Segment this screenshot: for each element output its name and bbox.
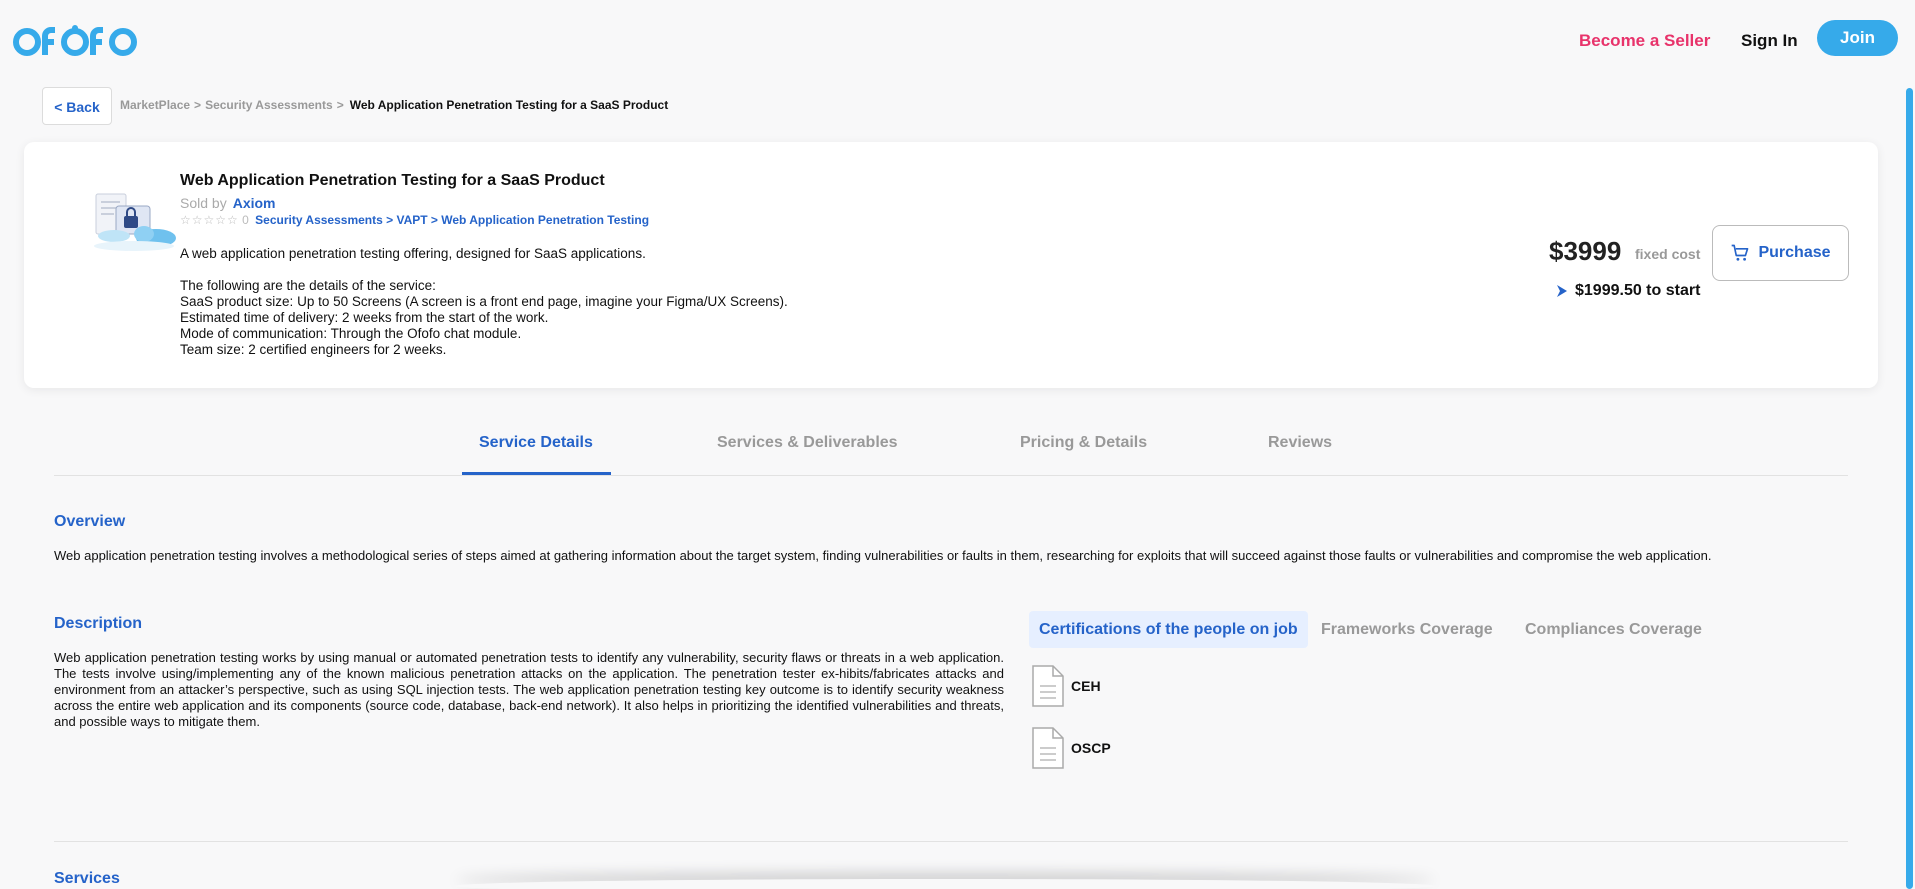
description-title: Description [54, 615, 143, 632]
section-divider [54, 841, 1848, 842]
certification-name: CEH [1071, 678, 1101, 694]
price-kind: fixed cost [1635, 246, 1701, 262]
detail-line: Estimated time of delivery: 2 weeks from… [180, 310, 549, 325]
active-tab-indicator [462, 472, 611, 475]
document-icon [1032, 665, 1064, 707]
tab-service-details[interactable]: Service Details [479, 434, 593, 452]
sign-in-link[interactable]: Sign In [1741, 31, 1798, 51]
become-seller-link[interactable]: Become a Seller [1579, 31, 1710, 51]
detail-line: SaaS product size: Up to 50 Screens (A s… [180, 294, 788, 309]
description-text: Web application penetration testing work… [54, 650, 1004, 729]
product-summary: A web application penetration testing of… [180, 246, 646, 261]
certification-name: OSCP [1071, 740, 1111, 756]
breadcrumb: MarketPlace > Security Assessments > Web App… [120, 98, 668, 112]
product-card: Web Application Penetration Testing for … [24, 142, 1878, 388]
breadcrumb-marketplace[interactable]: MarketPlace [120, 98, 190, 112]
overview-title: Overview [54, 513, 126, 530]
sold-by: Sold by Axiom [180, 195, 276, 211]
tab-reviews[interactable]: Reviews [1268, 434, 1332, 452]
tab-frameworks-coverage[interactable]: Frameworks Coverage [1311, 611, 1503, 648]
rating-count: 0 [242, 213, 249, 227]
ofofo-logo[interactable] [13, 22, 145, 71]
seller-link[interactable]: Axiom [233, 195, 276, 211]
document-icon [1032, 727, 1064, 769]
product-title: Web Application Penetration Testing for … [180, 172, 605, 189]
product-description: A web application penetration testing of… [180, 246, 940, 358]
rating-stars-icon: ☆☆☆☆☆ [180, 213, 239, 227]
breadcrumb-security-assessments[interactable]: Security Assessments [205, 98, 333, 112]
overlay-edge [455, 879, 1435, 889]
breadcrumb-current: Web Application Penetration Testing for … [349, 98, 669, 112]
tab-compliances-coverage[interactable]: Compliances Coverage [1515, 611, 1712, 648]
purchase-label: Purchase [1758, 244, 1831, 261]
join-button[interactable]: Join [1817, 20, 1898, 56]
rating-row: ☆☆☆☆☆ 0 Security Assessments > VAPT > We… [180, 213, 649, 227]
logo-mark [13, 25, 137, 56]
sold-by-label: Sold by [180, 195, 227, 211]
detail-line: Team size: 2 certified engineers for 2 w… [180, 342, 447, 357]
overview-text: Web application penetration testing invo… [54, 548, 1712, 563]
tab-certifications[interactable]: Certifications of the people on job [1029, 611, 1308, 648]
product-thumbnail [84, 186, 184, 278]
chevron-right-icon [1557, 285, 1567, 297]
detail-line: Mode of communication: Through the Ofofo… [180, 326, 522, 341]
tab-services-deliverables[interactable]: Services & Deliverables [717, 434, 898, 452]
start-amount-text: $1999.50 to start [1575, 282, 1701, 299]
start-amount: $1999.50 to start [1555, 282, 1700, 300]
certification-item: OSCP [1031, 726, 1111, 770]
price-value: $3999 [1549, 236, 1622, 266]
top-bar: Become a Seller Sign In Join [0, 0, 1915, 80]
tab-pricing-details[interactable]: Pricing & Details [1020, 434, 1147, 452]
cart-icon [1732, 244, 1749, 261]
page-scrollbar[interactable] [1906, 88, 1913, 889]
security-illustration-icon [94, 193, 176, 251]
detail-tabs: Service Details Services & Deliverables … [54, 420, 1848, 476]
breadcrumb-separator: > [336, 98, 344, 112]
services-title: Services [54, 870, 120, 887]
certification-item: CEH [1031, 664, 1101, 708]
back-button[interactable]: < Back [42, 87, 112, 125]
breadcrumb-separator: > [194, 98, 202, 112]
category-path-link[interactable]: Security Assessments > VAPT > Web Applic… [255, 213, 649, 227]
details-heading: The following are the details of the ser… [180, 278, 436, 293]
purchase-button[interactable]: Purchase [1712, 225, 1849, 281]
